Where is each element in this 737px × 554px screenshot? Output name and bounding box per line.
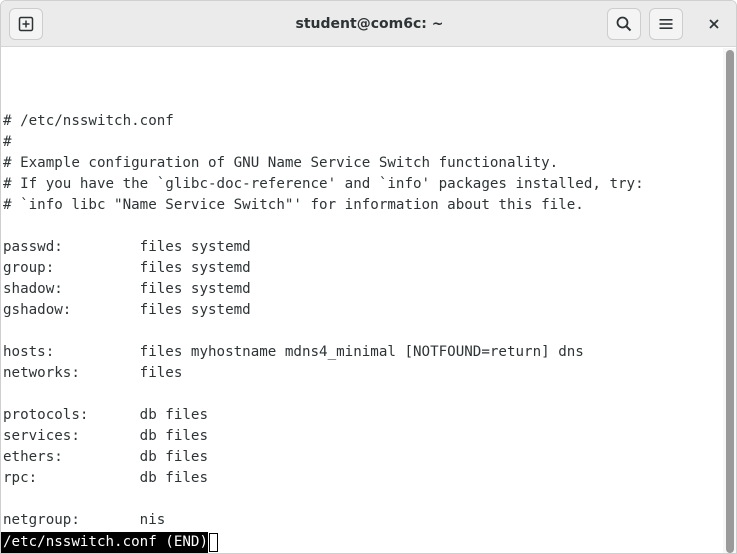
terminal-line: ethers: db files xyxy=(3,449,208,465)
terminal-line: hosts: files myhostname mdns4_minimal [N… xyxy=(3,344,584,360)
scrollbar-thumb[interactable] xyxy=(726,50,734,553)
close-button[interactable] xyxy=(697,8,731,40)
new-tab-button[interactable] xyxy=(9,8,43,40)
terminal-line: # xyxy=(3,134,12,150)
main-menu-button[interactable] xyxy=(649,8,683,40)
terminal-line: passwd: files systemd xyxy=(3,239,251,255)
pager-status-text: /etc/nsswitch.conf (END) xyxy=(1,532,208,553)
terminal-line: # Example configuration of GNU Name Serv… xyxy=(3,155,559,171)
terminal-line: networks: files xyxy=(3,365,183,381)
terminal-line: gshadow: files systemd xyxy=(3,302,251,318)
search-button[interactable] xyxy=(607,8,641,40)
terminal-output[interactable]: # /etc/nsswitch.conf # # Example configu… xyxy=(1,48,723,553)
terminal-line: netgroup: nis xyxy=(3,512,166,528)
terminal-line: group: files systemd xyxy=(3,260,251,276)
terminal-scrollbar[interactable] xyxy=(723,48,736,553)
title-bar: student@com6c: ~ xyxy=(1,1,736,47)
terminal-line: protocols: db files xyxy=(3,407,208,423)
close-icon xyxy=(709,19,719,29)
terminal-line: shadow: files systemd xyxy=(3,281,251,297)
terminal-window: student@com6c: ~ # /etc/nsswitch.conf # … xyxy=(0,0,737,554)
hamburger-menu-icon xyxy=(659,19,673,29)
pager-status-line: /etc/nsswitch.conf (END) xyxy=(1,532,218,553)
terminal-line: rpc: db files xyxy=(3,470,208,486)
terminal-cursor xyxy=(209,533,218,552)
terminal-line: services: db files xyxy=(3,428,208,444)
terminal-line: # `info libc "Name Service Switch"' for … xyxy=(3,197,584,213)
terminal-line: # /etc/nsswitch.conf xyxy=(3,113,174,129)
search-icon xyxy=(616,16,632,32)
terminal-line: # If you have the `glibc-doc-reference' … xyxy=(3,176,644,192)
new-tab-icon xyxy=(18,16,34,32)
